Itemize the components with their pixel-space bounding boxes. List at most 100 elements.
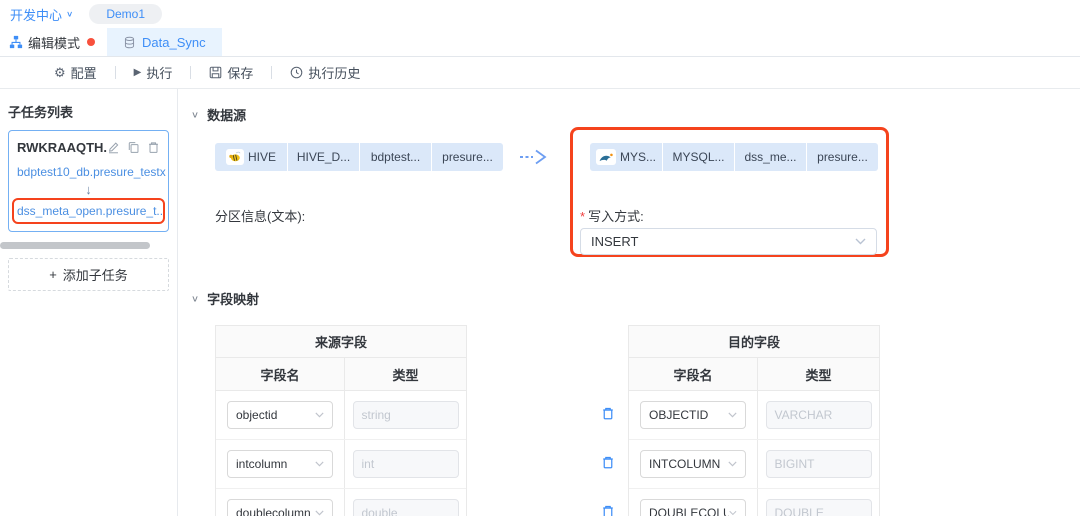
destination-path-type[interactable]: MYS...	[590, 143, 662, 171]
play-icon: ▶	[134, 68, 142, 78]
write-mode-label: *写入方式:	[580, 206, 644, 225]
run-history-button[interactable]: 执行历史	[290, 63, 360, 82]
run-label: 执行	[146, 63, 172, 82]
hive-icon	[226, 149, 244, 165]
copy-icon[interactable]	[127, 141, 140, 154]
destination-field-select[interactable]: DOUBLECOLU...	[640, 499, 746, 516]
source-field-select[interactable]: objectid	[227, 401, 333, 429]
flow-arrow-icon	[518, 148, 550, 166]
edit-mode-toggle[interactable]: 编辑模式	[0, 28, 107, 56]
select-chevron-icon	[728, 461, 737, 467]
source-path-bar: HIVE HIVE_D... bdptest... presure...	[215, 143, 503, 171]
workspace-menu[interactable]: 开发中心 ∨	[10, 5, 73, 24]
source-path-database[interactable]: bdptest...	[360, 143, 431, 171]
destination-fields-title: 目的字段	[629, 326, 879, 358]
subtask-source-table: bdptest10_db.presure_testx	[17, 165, 160, 179]
select-chevron-icon	[315, 461, 324, 467]
source-path-datasource[interactable]: HIVE_D...	[288, 143, 359, 171]
toolbar-divider	[190, 66, 191, 79]
section-chevron-icon: ∨	[191, 109, 199, 119]
save-icon	[209, 66, 222, 79]
field-mapping-section-header[interactable]: ∨ 字段映射	[191, 289, 259, 308]
tab-data-sync[interactable]: Data_Sync	[107, 28, 222, 56]
main-panel: ∨ 数据源 HIVE HIVE_D...	[178, 89, 1080, 516]
destination-path-datasource[interactable]: MYSQL...	[663, 143, 734, 171]
column-header-field-name: 字段名	[216, 358, 345, 390]
mysql-icon	[596, 149, 616, 165]
delete-row-icon[interactable]	[601, 455, 615, 470]
config-button[interactable]: ⚙ 配置	[54, 63, 97, 82]
horizontal-scrollbar[interactable]	[0, 242, 150, 249]
unsaved-dot-icon	[87, 38, 95, 46]
database-icon	[123, 36, 136, 49]
subtask-list-title: 子任务列表	[8, 102, 169, 121]
subtask-card[interactable]: RWKRAAQTH...	[8, 130, 169, 232]
edit-mode-label: 编辑模式	[28, 33, 80, 52]
toolbar-divider	[271, 66, 272, 79]
source-field-select[interactable]: doublecolumn	[227, 499, 333, 516]
action-toolbar: ⚙ 配置 ▶ 执行 保存 执行历史	[0, 57, 1080, 89]
source-fields-table: 来源字段 字段名 类型 objectid string intcolumn	[215, 325, 467, 516]
section-chevron-icon: ∨	[191, 293, 199, 303]
table-row: DOUBLECOLU... DOUBLE	[629, 489, 879, 516]
table-row: doublecolumn double	[216, 489, 466, 516]
save-label: 保存	[227, 63, 253, 82]
select-chevron-icon	[315, 510, 324, 516]
table-row: INTCOLUMN BIGINT	[629, 440, 879, 489]
chevron-down-icon: ∨	[66, 10, 73, 19]
subtask-name: RWKRAAQTH...	[17, 140, 107, 155]
toolbar-divider	[115, 66, 116, 79]
select-chevron-icon	[315, 412, 324, 418]
top-nav-bar: 开发中心 ∨ Demo1	[0, 0, 1080, 28]
save-button[interactable]: 保存	[209, 63, 253, 82]
destination-fields-table: 目的字段 字段名 类型 OBJECTID VARCHAR INTCOLUMN	[628, 325, 880, 516]
partition-info-label: 分区信息(文本):	[215, 206, 305, 225]
destination-path-table[interactable]: presure...	[807, 143, 878, 171]
source-type-input: double	[353, 499, 459, 516]
select-chevron-icon	[855, 238, 866, 245]
plus-icon: +	[49, 267, 57, 282]
workspace-label: 开发中心	[10, 5, 62, 24]
subtask-target-table-annotated: dss_meta_open.presure_t...	[12, 198, 165, 224]
data-sync-page: 开发中心 ∨ Demo1 编辑模式 Data_Sync ⚙	[0, 0, 1080, 516]
delete-row-icon[interactable]	[601, 504, 615, 516]
gear-icon: ⚙	[54, 66, 66, 79]
destination-type-input: BIGINT	[766, 450, 872, 478]
tab-strip: 编辑模式 Data_Sync	[0, 28, 1080, 57]
destination-field-select[interactable]: INTCOLUMN	[640, 450, 746, 478]
column-header-field-name: 字段名	[629, 358, 758, 390]
org-chart-icon	[9, 35, 23, 49]
destination-type-input: VARCHAR	[766, 401, 872, 429]
required-asterisk: *	[580, 209, 585, 224]
source-fields-title: 来源字段	[216, 326, 466, 358]
destination-field-select[interactable]: OBJECTID	[640, 401, 746, 429]
add-subtask-label: 添加子任务	[63, 265, 128, 284]
datasource-section-title: 数据源	[207, 105, 246, 124]
add-subtask-button[interactable]: + 添加子任务	[8, 258, 169, 291]
destination-type-input: DOUBLE	[766, 499, 872, 516]
run-button[interactable]: ▶ 执行	[134, 63, 173, 82]
destination-path-database[interactable]: dss_me...	[735, 143, 806, 171]
source-type-input: int	[353, 450, 459, 478]
column-header-type: 类型	[758, 358, 879, 390]
edit-icon[interactable]	[107, 141, 120, 154]
write-mode-value: INSERT	[591, 234, 638, 249]
clock-icon	[290, 66, 303, 79]
datasource-section-header[interactable]: ∨ 数据源	[191, 105, 246, 124]
delete-icon[interactable]	[147, 141, 160, 154]
tab-label: Data_Sync	[142, 35, 206, 50]
column-header-type: 类型	[345, 358, 466, 390]
run-history-label: 执行历史	[308, 63, 360, 82]
project-tab-demo1[interactable]: Demo1	[89, 4, 162, 24]
source-path-table[interactable]: presure...	[432, 143, 503, 171]
config-label: 配置	[71, 63, 97, 82]
field-mapping-section-title: 字段映射	[207, 289, 259, 308]
source-type-input: string	[353, 401, 459, 429]
select-chevron-icon	[729, 510, 737, 516]
write-mode-select[interactable]: INSERT	[580, 228, 877, 255]
source-path-type[interactable]: HIVE	[215, 143, 287, 171]
destination-path-bar: MYS... MYSQL... dss_me... presure...	[590, 143, 878, 171]
delete-row-icon[interactable]	[601, 406, 615, 421]
source-field-select[interactable]: intcolumn	[227, 450, 333, 478]
down-arrow-icon: ↓	[17, 182, 160, 197]
